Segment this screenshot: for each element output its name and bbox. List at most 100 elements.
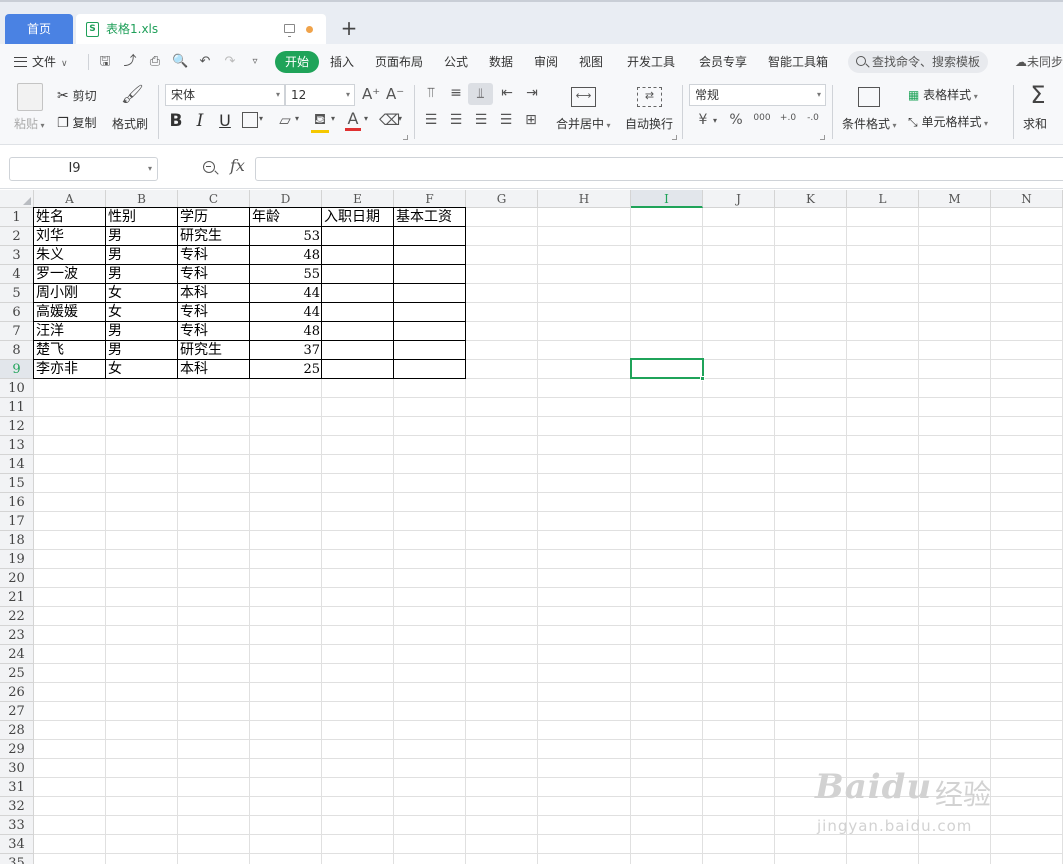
print-icon[interactable]: ⎙ — [147, 54, 163, 70]
table-cell[interactable]: 李亦非 — [34, 360, 106, 379]
window-mode-icon[interactable] — [284, 24, 295, 37]
table-cell[interactable] — [322, 322, 394, 341]
conditional-format-button[interactable]: 条件格式 ▾ — [842, 115, 897, 132]
table-cell[interactable] — [322, 227, 394, 246]
tab-document[interactable]: S 表格1.xls — [76, 14, 326, 44]
table-cell[interactable]: 25 — [250, 360, 322, 379]
table-cell[interactable] — [322, 246, 394, 265]
thousands-separator-button[interactable]: 000 — [752, 113, 772, 123]
row-header[interactable]: 13 — [0, 436, 34, 455]
table-cell[interactable]: 刘华 — [34, 227, 106, 246]
table-cell[interactable] — [322, 265, 394, 284]
row-header[interactable]: 31 — [0, 778, 34, 797]
clear-eraser-icon[interactable]: ⌫ — [379, 111, 400, 129]
cell-fill-pattern-icon[interactable]: ▱ — [276, 111, 294, 129]
table-cell[interactable]: 男 — [106, 227, 178, 246]
row-header[interactable]: 28 — [0, 721, 34, 740]
insert-function-button[interactable]: fx — [230, 156, 245, 175]
row-header[interactable]: 7 — [0, 322, 34, 341]
table-cell[interactable]: 专科 — [178, 322, 250, 341]
table-cell[interactable]: 44 — [250, 284, 322, 303]
header-cell[interactable]: 入职日期 — [322, 208, 394, 227]
chevron-down-icon[interactable]: ▾ — [713, 116, 717, 125]
table-cell[interactable]: 男 — [106, 322, 178, 341]
row-header[interactable]: 30 — [0, 759, 34, 778]
borders-icon[interactable] — [242, 112, 258, 128]
sum-button[interactable]: 求和 — [1023, 115, 1047, 132]
format-painter-icon[interactable]: 🖌 — [121, 84, 144, 108]
table-cell[interactable]: 53 — [250, 227, 322, 246]
distributed-align-icon[interactable]: ⊞ — [523, 112, 539, 128]
row-header[interactable]: 34 — [0, 835, 34, 854]
table-cell[interactable]: 专科 — [178, 246, 250, 265]
sum-icon[interactable]: Σ — [1027, 81, 1049, 109]
table-cell[interactable]: 37 — [250, 341, 322, 360]
number-format-select[interactable]: 常规 ▾ — [689, 84, 826, 106]
row-header[interactable]: 35 — [0, 854, 34, 864]
row-header[interactable]: 20 — [0, 569, 34, 588]
row-header[interactable]: 9 — [0, 360, 34, 379]
column-header-l[interactable]: L — [847, 190, 919, 208]
table-cell[interactable]: 本科 — [178, 360, 250, 379]
decrease-decimal-button[interactable]: -.0 — [803, 113, 823, 123]
table-cell[interactable] — [394, 284, 466, 303]
row-header[interactable]: 15 — [0, 474, 34, 493]
table-cell[interactable]: 汪洋 — [34, 322, 106, 341]
menu-page-layout[interactable]: 页面布局 — [375, 52, 423, 72]
new-tab-button[interactable]: + — [340, 17, 358, 39]
chevron-down-icon[interactable]: ▾ — [331, 114, 335, 123]
name-box[interactable]: I9 ▾ — [9, 157, 158, 181]
align-bottom-icon[interactable]: ⫫ — [468, 83, 493, 105]
menu-home-start[interactable]: 开始 — [275, 51, 319, 73]
quick-access-more-icon[interactable]: ▿ — [247, 54, 263, 70]
table-cell[interactable]: 罗一波 — [34, 265, 106, 284]
currency-format-button[interactable]: ¥ — [695, 112, 711, 128]
table-cell[interactable] — [394, 322, 466, 341]
align-center-icon[interactable]: ☰ — [448, 112, 464, 128]
increase-decimal-button[interactable]: +.0 — [778, 113, 798, 123]
row-header[interactable]: 18 — [0, 531, 34, 550]
row-header[interactable]: 4 — [0, 265, 34, 284]
row-header[interactable]: 33 — [0, 816, 34, 835]
menu-member[interactable]: 会员专享 — [699, 52, 747, 72]
row-header[interactable]: 24 — [0, 645, 34, 664]
row-header[interactable]: 1 — [0, 208, 34, 227]
row-header[interactable]: 8 — [0, 341, 34, 360]
row-header[interactable]: 12 — [0, 417, 34, 436]
chevron-down-icon[interactable]: ▾ — [259, 114, 263, 123]
menu-developer[interactable]: 开发工具 — [627, 52, 675, 72]
font-size-select[interactable]: 12 ▾ — [285, 84, 355, 106]
row-header[interactable]: 32 — [0, 797, 34, 816]
spreadsheet-grid[interactable]: ABCDEFGHIJKLMN 1 2 3 4 5 6 7 8 9 10 11 12 13 14 15 16 17… — [0, 190, 1063, 864]
table-cell[interactable]: 专科 — [178, 265, 250, 284]
font-shrink-icon[interactable]: A⁻ — [386, 85, 404, 103]
row-header[interactable]: 23 — [0, 626, 34, 645]
column-header-c[interactable]: C — [178, 190, 250, 208]
tab-home[interactable]: 首页 — [5, 14, 73, 44]
align-middle-icon[interactable]: ≡ — [448, 85, 464, 101]
merge-center-button[interactable]: 合并居中 ▾ — [556, 115, 611, 132]
table-cell[interactable] — [394, 303, 466, 322]
number-dialog-launcher-icon[interactable] — [820, 135, 825, 140]
save-icon[interactable]: 🖫 — [97, 54, 113, 70]
font-name-select[interactable]: 宋体 ▾ — [165, 84, 285, 106]
undo-icon[interactable]: ↶ — [197, 54, 213, 70]
column-header-d[interactable]: D — [250, 190, 322, 208]
row-header[interactable]: 22 — [0, 607, 34, 626]
column-header-j[interactable]: J — [703, 190, 775, 208]
header-cell[interactable]: 学历 — [178, 208, 250, 227]
table-cell[interactable]: 研究生 — [178, 341, 250, 360]
row-header[interactable]: 27 — [0, 702, 34, 721]
row-header[interactable]: 29 — [0, 740, 34, 759]
column-header-k[interactable]: K — [775, 190, 847, 208]
italic-button[interactable]: I — [192, 111, 208, 131]
table-cell[interactable]: 男 — [106, 265, 178, 284]
column-header-e[interactable]: E — [322, 190, 394, 208]
table-cell[interactable]: 本科 — [178, 284, 250, 303]
column-header-b[interactable]: B — [106, 190, 178, 208]
header-cell[interactable]: 年龄 — [250, 208, 322, 227]
column-header-n[interactable]: N — [991, 190, 1063, 208]
print-preview-icon[interactable]: 🔍 — [172, 54, 188, 70]
table-cell[interactable]: 男 — [106, 341, 178, 360]
menu-view[interactable]: 视图 — [579, 52, 603, 72]
